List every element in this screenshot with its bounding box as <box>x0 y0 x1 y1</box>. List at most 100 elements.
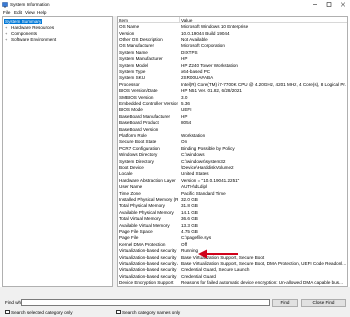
value-cell: Not Available <box>181 36 208 42</box>
item-cell: Time Zone <box>119 190 141 196</box>
item-cell: Total Virtual Memory <box>119 216 161 222</box>
item-cell: Windows Directory <box>119 152 158 158</box>
minimize-icon[interactable] <box>308 0 322 9</box>
tree-item-software-environment[interactable]: + Software Environment <box>3 36 112 42</box>
item-cell: OS Manufacturer <box>119 43 154 49</box>
close-find-button[interactable]: Close Find <box>301 299 346 307</box>
value-cell: C:\windows <box>181 152 205 158</box>
checkbox-label: Search category names only <box>122 309 181 315</box>
value-cell: 36.6 GB <box>181 216 198 222</box>
item-cell: Available Physical Memory <box>119 209 174 215</box>
tree-expander[interactable]: + <box>5 31 7 36</box>
value-cell: Microsoft Corporation <box>181 43 225 49</box>
value-cell: Microsoft Windows 10 Enterprise <box>181 24 249 30</box>
item-cell: System SKU <box>119 75 146 81</box>
find-input[interactable] <box>21 299 270 306</box>
item-cell: BaseBoard Version <box>119 126 159 132</box>
value-cell: On <box>181 139 188 145</box>
value-cell: Base Virtualization Support, Secure Boot… <box>181 260 346 266</box>
tree-expander[interactable]: + <box>5 37 7 42</box>
value-cell: C:\pagefile.sys <box>181 235 212 241</box>
column-divider[interactable] <box>179 17 180 23</box>
value-cell: Pacific Standard Time <box>181 190 226 196</box>
column-header-value[interactable]: Value <box>181 18 192 23</box>
value-cell: Credential Guard <box>181 273 216 279</box>
value-cell: Binding Possible by Policy <box>181 145 235 151</box>
window-title: System Information <box>10 2 50 7</box>
item-cell: PCR7 Configuration <box>119 145 160 151</box>
value-cell: 4.75 GB <box>181 228 198 234</box>
checkbox-label: Search selected category only <box>11 309 73 315</box>
value-cell: Version = "10.0.19041.2251" <box>181 177 240 183</box>
value-cell: HP Z240 Tower Workstation <box>181 62 238 68</box>
menu-help[interactable]: Help <box>37 10 46 15</box>
item-cell: BIOS Version/Date <box>119 88 158 94</box>
item-cell: SMBIOS Version <box>119 94 154 100</box>
system-information-icon <box>2 1 8 7</box>
category-tree[interactable]: System Summary + Hardware Resources + Co… <box>2 16 113 287</box>
value-cell: Reasons for failed automatic device encr… <box>181 280 343 286</box>
item-cell: Virtualization-based security Se... <box>119 273 178 279</box>
menu-file[interactable]: File <box>3 10 10 15</box>
item-cell: Kernel DMA Protection <box>119 241 166 247</box>
value-cell: 8054 <box>181 120 192 126</box>
value-cell: \Device\HarddiskVolume2 <box>181 164 234 170</box>
item-cell: Virtualization-based security <box>119 248 177 254</box>
value-cell: HP N51 Ver. 01.82, 6/28/2021 <box>181 88 242 94</box>
value-cell: Running <box>181 248 199 254</box>
item-cell: OS Name <box>119 24 140 30</box>
value-cell: Credential Guard, Secure Launch <box>181 267 250 273</box>
item-cell: Boot Device <box>119 164 144 170</box>
item-cell: Secure Boot State <box>119 139 157 145</box>
value-cell: HP <box>181 56 188 62</box>
item-cell: Other OS Description <box>119 36 163 42</box>
value-cell: 10.0.19044 Build 19044 <box>181 30 230 36</box>
item-cell: BIOS Mode <box>119 107 143 113</box>
column-header-item[interactable]: Item <box>119 18 128 23</box>
item-cell: Platform Role <box>119 132 147 138</box>
value-cell: AUTH\dLdipl <box>181 184 208 190</box>
item-cell: Available Virtual Memory <box>119 222 170 228</box>
value-cell: 5.36 <box>181 100 190 106</box>
item-cell: System Name <box>119 49 148 55</box>
value-cell: 13.3 GB <box>181 222 198 228</box>
item-cell: BaseBoard Manufacturer <box>119 113 171 119</box>
item-cell: System Model <box>119 62 149 68</box>
value-cell: Off <box>181 241 188 247</box>
tree-item-label: System Summary <box>4 18 43 24</box>
item-cell: BaseBoard Product <box>119 120 159 126</box>
value-cell: x64-based PC <box>181 68 211 74</box>
item-cell: User Name <box>119 184 143 190</box>
checkbox-box[interactable] <box>5 309 10 314</box>
tree-expander[interactable]: + <box>5 25 7 30</box>
value-cell: 14.1 GB <box>181 209 198 215</box>
item-cell: Hardware Abstraction Layer <box>119 177 176 183</box>
menu-edit[interactable]: Edit <box>14 10 22 15</box>
item-cell: Device Encryption Support <box>119 280 174 286</box>
tree-item-label: Software Environment <box>11 36 57 42</box>
menu-view[interactable]: View <box>25 10 35 15</box>
item-cell: Locale <box>119 171 133 177</box>
close-icon[interactable] <box>336 0 350 9</box>
summary-table: Item Value OS Name Microsoft Windows 10 E… <box>117 16 348 287</box>
find-button[interactable]: Find <box>272 299 298 307</box>
item-cell: Page File Space <box>119 228 153 234</box>
value-cell: 32.0 GB <box>181 196 198 202</box>
checkbox-box[interactable] <box>116 309 121 314</box>
value-cell: Base Virtualization Support, Secure Boot <box>181 254 265 260</box>
item-cell: Virtualization-based security Re... <box>119 254 178 260</box>
value-cell: United States <box>181 171 209 177</box>
item-cell: Version <box>119 30 135 36</box>
tree-item-label: Components <box>11 30 38 36</box>
table-header: Item Value <box>118 17 347 23</box>
value-cell: 2SR00UA#ABA <box>181 75 214 81</box>
item-cell: Virtualization-based security Se... <box>119 267 178 273</box>
item-cell: Total Physical Memory <box>119 203 165 209</box>
maximize-icon[interactable] <box>322 0 336 9</box>
menu-bar: File Edit View Help <box>0 9 350 16</box>
value-cell: UEFI <box>181 107 192 113</box>
item-cell: System Directory <box>119 158 154 164</box>
value-cell: 31.8 GB <box>181 203 198 209</box>
item-cell: Embedded Controller Version <box>119 100 178 106</box>
value-cell: HP <box>181 113 188 119</box>
